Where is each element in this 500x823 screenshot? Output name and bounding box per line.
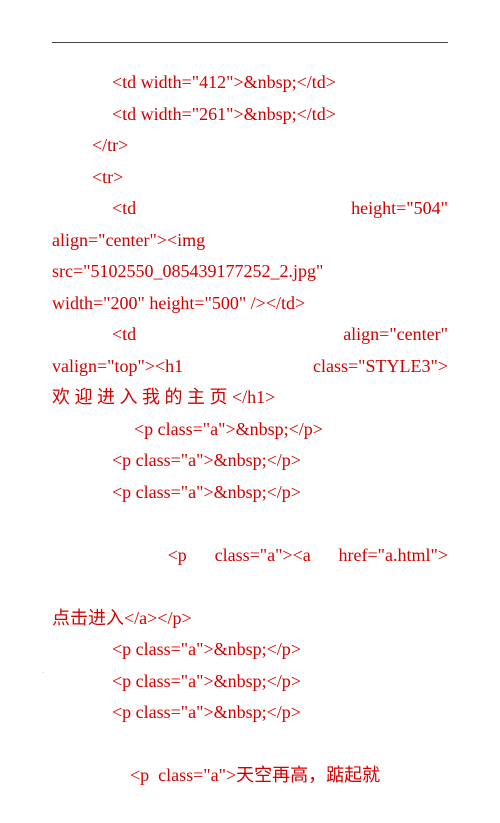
segment: class="a"><a — [215, 545, 311, 565]
code-line: <p class="a">&nbsp;</p> — [52, 477, 448, 509]
code-line: <td align="center" — [52, 319, 448, 351]
code-line: <td width="412">&nbsp;</td> — [52, 67, 448, 99]
code-line: 点击进入</a></p> — [52, 603, 448, 635]
segment: valign="top"><h1 — [52, 351, 183, 383]
segment: <p — [130, 765, 149, 785]
code-line: <p class="a">天空再高，踮起就 — [52, 729, 448, 823]
code-line: <tr> — [52, 162, 448, 194]
code-line: <td height="504" — [52, 193, 448, 225]
segment: class="STYLE3"> — [313, 351, 448, 383]
code-content: <td width="412">&nbsp;</td> <td width="2… — [52, 67, 448, 823]
code-line: </tr> — [52, 130, 448, 162]
code-line: <p class="a">&nbsp;</p> — [52, 634, 448, 666]
code-line: 欢 迎 进 入 我 的 主 页 </h1> — [52, 382, 448, 414]
segment: <td — [112, 319, 136, 351]
code-line: width="200" height="500" /></td> — [52, 288, 448, 320]
segment: class="a">天空再高，踮起就 — [158, 765, 380, 785]
segment: href="a.html"> — [339, 545, 448, 565]
segment: align="center" — [343, 319, 448, 351]
code-line: <p class="a">&nbsp;</p> — [52, 666, 448, 698]
segment: <p — [168, 545, 187, 565]
divider-top — [52, 42, 448, 43]
segment: <td — [112, 193, 136, 225]
code-line: <p class="a">&nbsp;</p> — [52, 445, 448, 477]
code-line: <td width="261">&nbsp;</td> — [52, 99, 448, 131]
segment: height="504" — [351, 193, 448, 225]
code-line: <p class="a">&nbsp;</p> — [52, 414, 448, 446]
code-line: src="5102550_085439177252_2.jpg" — [52, 256, 448, 288]
code-line: valign="top"><h1 class="STYLE3"> — [52, 351, 448, 383]
page-footer-mark: . — [42, 665, 44, 675]
code-line: <p class="a">&nbsp;</p> — [52, 697, 448, 729]
code-line: align="center"><img — [52, 225, 448, 257]
code-line: <p class="a"><a href="a.html"> — [52, 508, 448, 603]
